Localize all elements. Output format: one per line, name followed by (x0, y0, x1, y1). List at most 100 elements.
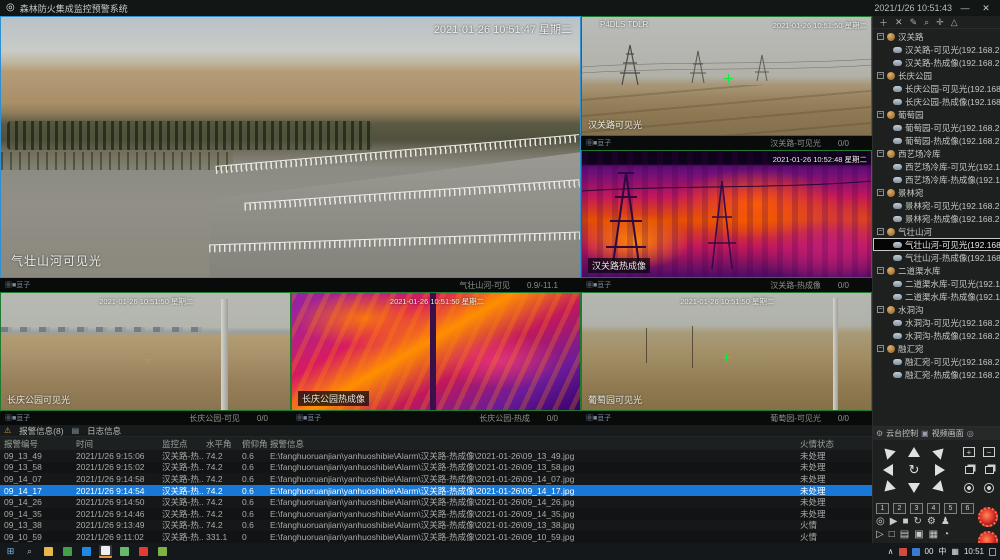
search-icon[interactable]: ⌕ (924, 17, 929, 28)
tree-camera-item[interactable]: 景林宛-可见光(192.168.2.53) (873, 199, 1000, 212)
settings-icon[interactable]: ⚙ (927, 516, 936, 528)
sub-stream-icon[interactable]: 子 (23, 415, 30, 422)
tree-group-1[interactable]: −长庆公园 (873, 69, 1000, 82)
tree-camera-item[interactable]: 葡萄园-热成像(192.168.2.33) (873, 134, 1000, 147)
compass-icon[interactable]: ◔ (943, 529, 949, 541)
collapse-icon[interactable]: − (877, 150, 884, 157)
tree-group-5[interactable]: −气壮山河 (873, 225, 1000, 238)
cruise-stop-icon[interactable]: ■ (902, 516, 908, 528)
tree-camera-item[interactable]: 景林宛-热成像(192.168.2.53) (873, 212, 1000, 225)
tray-icon-red[interactable] (899, 548, 907, 556)
tray-chevron-up-icon[interactable]: ∧ (888, 547, 894, 556)
tree-camera-item[interactable]: 西艺场冷库-热成像(192.168.2.43) (873, 173, 1000, 186)
sub-stream-icon[interactable]: 子 (604, 282, 611, 289)
alarm-column-header[interactable]: 火情状态 (800, 438, 872, 450)
tree-group-7[interactable]: −水洞沟 (873, 303, 1000, 316)
video-view-label[interactable]: 视频画面 (932, 428, 964, 439)
tree-group-8[interactable]: −融汇宛 (873, 342, 1000, 355)
video-cell-main[interactable]: 2021-01-26 10:51:47 星期二 气壮山河可见光 ▦■亘子 气壮山… (0, 16, 581, 292)
sub-stream-icon[interactable]: 子 (604, 415, 611, 422)
preset-button-2[interactable]: 2 (893, 503, 906, 514)
alarm-column-header[interactable]: 监控点 (162, 438, 206, 450)
collapse-icon[interactable]: − (877, 306, 884, 313)
alarm-row-09_14_07[interactable]: 09_14_072021/1/26 9:14:58汉关路-热..74.20.6E… (0, 473, 872, 485)
preset-button-6[interactable]: 6 (961, 503, 974, 514)
snapshot-icon[interactable]: ▦ (5, 415, 12, 422)
taskbar-app-active-monitor[interactable] (99, 545, 112, 558)
iris-open-button[interactable] (964, 483, 974, 493)
sub-stream-icon[interactable]: 子 (604, 140, 611, 147)
tree-group-4[interactable]: −景林宛 (873, 186, 1000, 199)
schedule-icon[interactable]: ▦ (929, 529, 938, 541)
tree-camera-item[interactable]: 水洞沟-可见光(192.168.2.83) (873, 316, 1000, 329)
tab-log-info[interactable]: 日志信息 (87, 425, 121, 437)
ptz-down-left-button[interactable] (880, 480, 896, 496)
alarm-column-header[interactable]: 报警编号 (4, 438, 76, 450)
tree-camera-item[interactable]: 葡萄园-可见光(192.168.2.33) (873, 121, 1000, 134)
taskbar-app-green3[interactable] (156, 545, 169, 558)
snapshot-icon[interactable]: ▦ (586, 415, 593, 422)
tree-camera-item[interactable]: 气壮山河-热成像(192.168.2.63) (873, 251, 1000, 264)
video-screen-cam5[interactable]: 2021-01-26 10:51:50 星期二 长庆公园热成像 (291, 292, 581, 411)
alarm-row-09_13_38[interactable]: 09_13_382021/1/26 9:13:49汉关路-热..74.20.6E… (0, 520, 872, 532)
start-button[interactable]: ⊞ (4, 545, 17, 558)
ptz-auto-rotate-button[interactable]: ↻ (906, 462, 923, 479)
alarm-row-09_10_59[interactable]: 09_10_592021/1/26 9:11:02汉关路-热..331.10E:… (0, 531, 872, 543)
tree-camera-item[interactable]: 汉关路-可见光(192.168.2.13) (873, 43, 1000, 56)
tree-camera-item[interactable]: 长庆公园-可见光(192.168.2.23) (873, 82, 1000, 95)
ptz-up-button[interactable] (908, 447, 920, 457)
zoom-in-button[interactable] (965, 466, 974, 474)
alarm-row-09_13_49[interactable]: 09_13_492021/1/26 9:15:06汉关路-热..74.20.6E… (0, 450, 872, 462)
tree-group-3[interactable]: −西艺场冷库 (873, 147, 1000, 160)
record-dot-icon[interactable]: ◎ (967, 429, 974, 438)
ptz-control-label[interactable]: 云台控制 (886, 428, 918, 439)
tree-camera-item[interactable]: 融汇宛-可见光(192.168.2.93) (873, 355, 1000, 368)
alarm-row-09_13_58[interactable]: 09_13_582021/1/26 9:15:02汉关路-热..74.20.6E… (0, 462, 872, 474)
tab-alarm-info[interactable]: 报警信息(8) (19, 425, 63, 437)
video-screen-main[interactable]: 2021-01-26 10:51:47 星期二 气壮山河可见光 (0, 16, 581, 278)
tree-camera-item[interactable]: 融汇宛-热成像(192.168.2.93) (873, 368, 1000, 381)
video-screen-cam3[interactable]: 2021-01-26 10:52:48 星期二 汉关路热成像 (581, 150, 872, 278)
ptz-up-left-button[interactable] (880, 444, 896, 460)
layers-icon[interactable]: ▤ (900, 529, 909, 541)
alarm-row-09_14_26[interactable]: 09_14_262021/1/26 9:14:50汉关路-热..74.20.6E… (0, 496, 872, 508)
tree-camera-item[interactable]: 汉关路-热成像(192.168.2.13) (873, 56, 1000, 69)
taskbar-app-green[interactable] (61, 545, 74, 558)
preset-call-icon[interactable]: ◎ (876, 516, 885, 528)
video-cell-cam3[interactable]: 2021-01-26 10:52:48 星期二 汉关路热成像 ▦■亘子 汉关路-… (581, 150, 872, 292)
preset-button-4[interactable]: 4 (927, 503, 940, 514)
video-cell-cam6[interactable]: 2021-01-26 10:51:50 星期二 葡萄园可见光 ▦■亘子 葡萄园-… (581, 292, 872, 425)
tree-camera-item[interactable]: 二道渠水库-热成像(192.168.2.73) (873, 290, 1000, 303)
alarm-triangle-icon[interactable]: △ (951, 17, 958, 28)
ptz-down-button[interactable] (908, 483, 920, 493)
tree-camera-item[interactable]: 西艺场冷库-可见光(192.168.2.43) (873, 160, 1000, 173)
tree-camera-item[interactable]: 长庆公园-热成像(192.168.2.23) (873, 95, 1000, 108)
tree-group-0[interactable]: −汉关路 (873, 30, 1000, 43)
delete-icon[interactable]: ✕ (895, 17, 903, 28)
ptz-right-button[interactable] (935, 464, 945, 476)
video-screen-cam4[interactable]: 2021-01-26 10:51:50 星期二 长庆公园可见光 (0, 292, 291, 411)
taskbar-app-green2[interactable] (118, 545, 131, 558)
alarm-column-header[interactable]: 俯仰角 (242, 438, 270, 450)
clock[interactable]: 10:51 (964, 547, 984, 556)
snapshot-icon[interactable]: ▦ (586, 140, 593, 147)
touch-keyboard-icon[interactable]: ▦ (951, 547, 959, 556)
locate-icon[interactable]: ✛ (936, 17, 944, 28)
sub-stream-icon[interactable]: 子 (314, 415, 321, 422)
tree-camera-item[interactable]: 气壮山河-可见光(192.168.2.63) (873, 238, 1000, 251)
preset-button-5[interactable]: 5 (944, 503, 957, 514)
tree-group-6[interactable]: −二道渠水库 (873, 264, 1000, 277)
alarm-row-09_14_17[interactable]: 09_14_172021/1/26 9:14:54汉关路-热..74.20.6E… (0, 485, 872, 497)
minimize-button[interactable]: — (957, 3, 973, 13)
focus-plus-button[interactable]: + (963, 447, 975, 457)
gear-icon[interactable]: ⚙ (876, 429, 883, 438)
monitor-icon[interactable]: ▣ (921, 429, 929, 438)
stop-icon[interactable]: □ (889, 529, 895, 541)
collapse-icon[interactable]: − (877, 33, 884, 40)
collapse-icon[interactable]: − (877, 111, 884, 118)
cruise-start-icon[interactable]: ▶ (890, 516, 898, 528)
tree-group-2[interactable]: −葡萄园 (873, 108, 1000, 121)
scan-icon[interactable]: ↻ (913, 516, 921, 528)
patrol-icon[interactable]: ♟ (941, 516, 950, 528)
ime-number-badge[interactable]: 00 (925, 547, 934, 556)
